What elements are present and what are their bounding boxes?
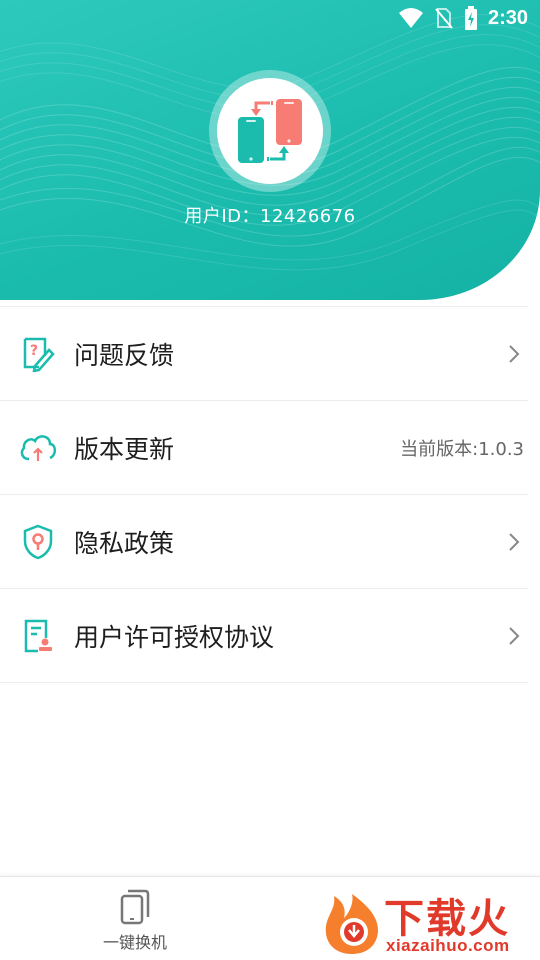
- chevron-right-icon: [509, 532, 520, 551]
- menu-item-privacy-policy[interactable]: 隐私政策: [0, 495, 528, 589]
- flame-icon: [325, 894, 378, 954]
- current-version-text: 当前版本:1.0.3: [400, 438, 524, 460]
- settings-menu: ? 问题反馈 版本更新 当前版本:1.0.3 隐私政策 用户许可授权协议: [0, 306, 528, 683]
- watermark-url: xiazaihuo.com: [386, 936, 510, 955]
- avatar: [209, 70, 331, 192]
- chevron-right-icon: [509, 344, 520, 363]
- tab-label: 一键换机: [102, 933, 167, 952]
- svg-text:?: ?: [30, 343, 38, 359]
- phone-transfer-icon: [238, 99, 302, 163]
- status-time: 2:30: [487, 6, 528, 29]
- phone-switch-icon: [120, 889, 150, 925]
- menu-item-label: 用户许可授权协议: [74, 622, 275, 652]
- tab-one-key-switch[interactable]: 一键换机: [90, 889, 180, 953]
- battery-charging-icon: [464, 6, 478, 30]
- user-id-label: 用户ID：12426676: [184, 206, 356, 227]
- privacy-shield-icon: [18, 522, 58, 562]
- chevron-right-icon: [509, 626, 520, 645]
- menu-item-label: 问题反馈: [74, 340, 175, 370]
- menu-item-feedback[interactable]: ? 问题反馈: [0, 307, 528, 401]
- menu-item-version-update[interactable]: 版本更新 当前版本:1.0.3: [0, 401, 528, 495]
- agreement-document-icon: [18, 616, 58, 656]
- menu-item-label: 版本更新: [74, 434, 175, 464]
- cloud-update-icon: [18, 428, 58, 468]
- status-bar: 2:30: [0, 0, 540, 36]
- wifi-icon: [398, 7, 424, 29]
- no-sim-icon: [434, 7, 454, 29]
- menu-item-label: 隐私政策: [74, 528, 175, 558]
- watermark-logo: 下载火 xiazaihuo.com: [318, 884, 540, 960]
- menu-item-user-agreement[interactable]: 用户许可授权协议: [0, 589, 528, 683]
- feedback-icon: ?: [18, 334, 58, 374]
